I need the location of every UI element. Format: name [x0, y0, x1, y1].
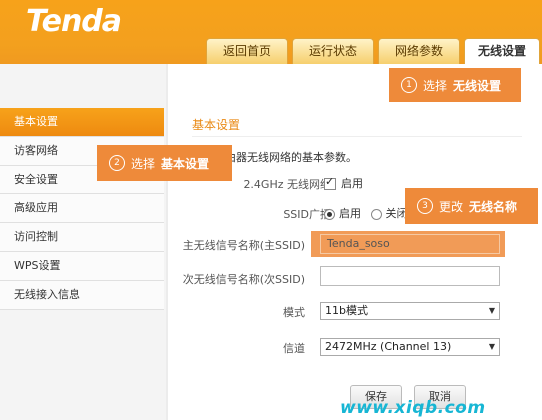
- tab-status[interactable]: 运行状态: [292, 38, 374, 64]
- tenda-logo: Tenda: [26, 4, 122, 39]
- callout-step-3-text: 更改: [439, 199, 464, 214]
- tab-home[interactable]: 返回首页: [206, 38, 288, 64]
- sidebar-item-access-control[interactable]: 访问控制: [0, 223, 164, 252]
- main-tabs: 返回首页 运行状态 网络参数 无线设置: [206, 38, 540, 64]
- channel-select[interactable]: 2472MHz (Channel 13) ▼: [320, 338, 500, 356]
- site-watermark: www.xiqb.com: [340, 398, 486, 418]
- mode-label: 模式: [283, 306, 305, 319]
- secondary-ssid-label: 次无线信号名称(次SSID): [182, 273, 305, 286]
- ssid-broadcast-on-radio[interactable]: [324, 208, 335, 220]
- wireless-24-control: 启用: [324, 175, 363, 191]
- ssid-broadcast-on-label: 启用: [339, 207, 361, 220]
- callout-step-1-text: 选择: [423, 78, 448, 93]
- wireless-24-value: 启用: [341, 177, 363, 190]
- chevron-down-icon: ▼: [488, 306, 495, 315]
- callout-step-3: 3 更改 无线名称: [405, 188, 538, 224]
- callout-step-3-bold: 无线名称: [469, 199, 518, 214]
- channel-label: 信道: [283, 342, 305, 355]
- wireless-24-checkbox[interactable]: [324, 175, 336, 190]
- primary-ssid-label: 主无线信号名称(主SSID): [182, 239, 305, 252]
- sidebar-item-wps[interactable]: WPS设置: [0, 251, 164, 281]
- secondary-ssid-input[interactable]: [320, 266, 500, 286]
- callout-step-1: 1 选择 无线设置: [389, 68, 521, 102]
- sidebar-item-basic[interactable]: 基本设置: [0, 108, 164, 137]
- callout-step-2-bold: 基本设置: [161, 156, 210, 171]
- ssid-broadcast-control: 启用 关闭: [324, 205, 408, 221]
- title-divider: [192, 136, 522, 137]
- sidebar-item-advanced[interactable]: 高级应用: [0, 194, 164, 224]
- step-number-3: 3: [417, 198, 433, 214]
- tab-network[interactable]: 网络参数: [378, 38, 460, 64]
- primary-ssid-input[interactable]: Tenda_soso: [320, 234, 500, 254]
- channel-value: 2472MHz (Channel 13): [325, 340, 452, 353]
- step-number-1: 1: [401, 77, 417, 93]
- mode-select[interactable]: 11b模式 ▼: [320, 302, 500, 320]
- ssid-broadcast-off-radio[interactable]: [370, 208, 382, 220]
- sidebar: 基本设置 访客网络 安全设置 高级应用 访问控制 WPS设置 无线接入信息: [0, 108, 164, 310]
- callout-step-2: 2 选择 基本设置: [97, 145, 232, 181]
- page-title: 基本设置: [192, 118, 241, 132]
- ssid-broadcast-label: SSID广播: [283, 208, 331, 221]
- callout-step-2-text: 选择: [131, 156, 156, 171]
- step-number-2: 2: [109, 155, 125, 171]
- sidebar-item-clients[interactable]: 无线接入信息: [0, 280, 164, 310]
- tab-wireless[interactable]: 无线设置: [464, 38, 540, 64]
- chevron-down-icon: ▼: [488, 342, 495, 351]
- callout-step-1-bold: 无线设置: [453, 78, 502, 93]
- mode-value: 11b模式: [325, 304, 368, 317]
- top-header: Tenda 返回首页 运行状态 网络参数 无线设置: [0, 0, 542, 64]
